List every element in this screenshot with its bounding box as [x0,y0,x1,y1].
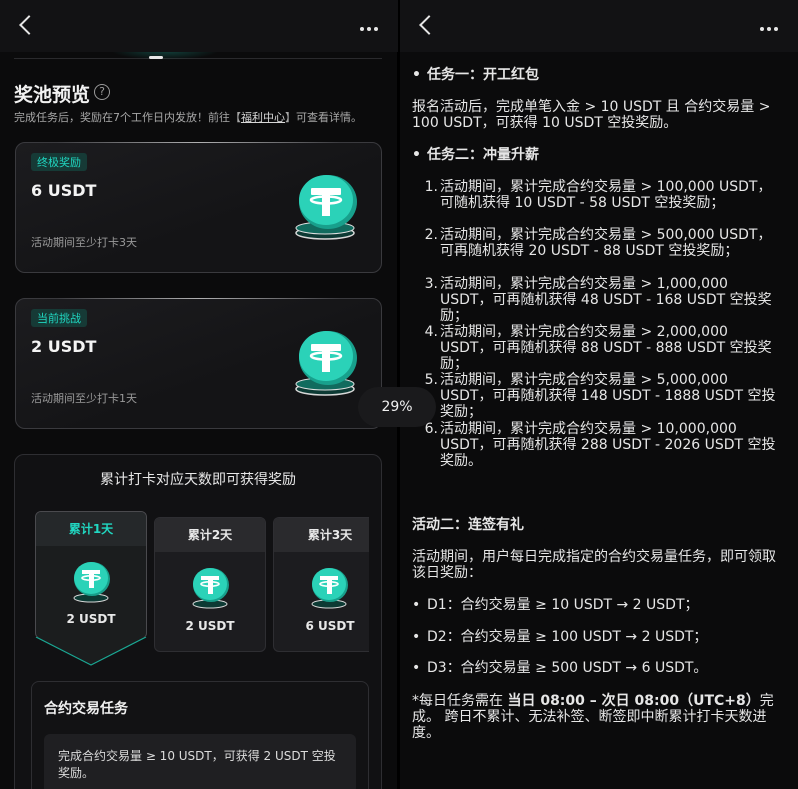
reward-condition: 活动期间至少打卡3天 [31,236,137,249]
event2-heading: 活动二：连签有礼 [412,517,524,533]
list-number: 3. [424,276,438,292]
checkin-title: 累计打卡对应天数即可获得奖励 [100,472,296,488]
usdt-coin-icon [73,562,110,603]
bullet: • [412,629,421,645]
list-text: 活动期间，累计完成合约交易量 > 2,000,000 USDT，可再随机获得 8… [440,324,772,372]
task1-body: 报名活动后，完成单笔入金 > 10 USDT 且 合约交易量 > 100 USD… [412,99,771,131]
day-card-2[interactable]: 累计2天 2 USDT [154,517,266,652]
day-amount: 2 USDT [66,612,116,626]
ultimate-reward-card: 终极奖励 6 USDT 活动期间至少打卡3天 [15,142,382,273]
help-circle-icon[interactable]: ? [94,84,110,100]
note-prefix: *每日任务需在 [412,693,508,709]
usdt-coin-icon [295,175,357,240]
day-card-1[interactable]: 累计1天 2 USDT [35,511,147,639]
list-number: 2. [424,227,438,243]
task2-heading: 任务二：冲量升薪 [427,147,539,163]
active-day-pointer [35,637,147,666]
task1-heading: 任务一：开工红包 [427,67,539,83]
list-text: 活动期间，累计完成合约交易量 > 100,000 USDT，可随机获得 10 U… [440,179,772,211]
reward-condition: 活动期间至少打卡1天 [31,392,137,405]
day-label: 累计1天 [36,512,146,546]
back-arrow-icon[interactable] [19,15,39,35]
usdt-coin-icon [311,568,348,609]
reward-badge: 当前挑战 [31,309,87,327]
usdt-coin-icon [192,568,229,609]
bullet: • [412,67,421,83]
back-arrow-icon[interactable] [419,15,439,35]
list-text: D2：合约交易量 ≥ 100 USDT → 2 USDT； [427,629,708,645]
contract-task-item[interactable]: 完成合约交易量 ≥ 10 USDT，可获得 2 USDT 空投奖励。 [44,734,356,789]
right-top-bar [400,0,798,52]
left-top-bar [0,0,398,52]
contract-task-box: 合约交易任务 完成合约交易量 ≥ 10 USDT，可获得 2 USDT 空投奖励… [31,681,369,789]
bullet: • [412,597,421,613]
list-number: 1. [424,179,438,195]
checkin-rewards-panel: 累计打卡对应天数即可获得奖励 累计1天 2 USDT 累计2天 2 USDT 累… [14,454,382,789]
list-text: 活动期间，累计完成合约交易量 > 500,000 USDT，可再随机获得 20 … [440,227,772,259]
list-text: 活动期间，累计完成合约交易量 > 5,000,000 USDT，可再随机获得 1… [440,372,776,420]
event2-body: 活动期间，用户每日完成指定的合约交易量任务，即可领取该日奖励： [412,549,776,581]
daily-task-note: *每日任务需在 当日 08:00 – 次日 08:00（UTC+8）完成。 跨日… [412,693,778,741]
list-number: 4. [424,324,438,340]
contract-task-title: 合约交易任务 [44,701,128,717]
list-number: 5. [424,372,438,388]
list-text: D1：合约交易量 ≥ 10 USDT → 2 USDT； [427,597,699,613]
day-amount: 6 USDT [305,619,355,633]
reward-pool-title: 奖池预览 [14,84,91,106]
bullet: • [412,660,421,676]
day-card-3[interactable]: 累计3天 6 USDT [273,517,369,652]
list-text: 活动期间，累计完成合约交易量 > 10,000,000 USDT，可再随机获得 … [440,421,776,469]
more-options-icon[interactable] [760,27,778,31]
day-label: 累计2天 [155,518,265,552]
right-pane: • 任务一：开工红包 报名活动后，完成单笔入金 > 10 USDT 且 合约交易… [400,0,798,789]
day-label: 累计3天 [274,518,369,552]
note-time-window: 当日 08:00 – 次日 08:00（UTC+8） [507,693,760,709]
more-options-icon[interactable] [360,27,378,31]
list-text: 活动期间，累计完成合约交易量 > 1,000,000 USDT，可再随机获得 4… [440,276,772,324]
reward-amount: 2 USDT [31,337,97,356]
day-amount: 2 USDT [185,619,235,633]
current-challenge-card: 当前挑战 2 USDT 活动期间至少打卡1天 [15,298,382,429]
reward-pool-description: 完成任务后，奖励在7个工作日内发放！前往【福利中心】可查看详情。 [14,109,362,125]
list-text: D3：合约交易量 ≥ 500 USDT → 6 USDT。 [427,660,708,676]
bullet: • [412,147,421,163]
tab-indicator [149,56,163,59]
welfare-center-link[interactable]: 福利中心 [241,111,285,124]
pool-desc-prefix: 完成任务后，奖励在7个工作日内发放！前往【 [14,111,241,124]
progress-percent-badge: 29% [358,387,436,427]
left-pane: 奖池预览 ? 完成任务后，奖励在7个工作日内发放！前往【福利中心】可查看详情。 … [0,0,398,789]
reward-amount: 6 USDT [31,181,97,200]
reward-badge: 终极奖励 [31,153,87,171]
usdt-coin-icon [295,331,357,396]
pool-desc-suffix: 】可查看详情。 [285,111,362,124]
